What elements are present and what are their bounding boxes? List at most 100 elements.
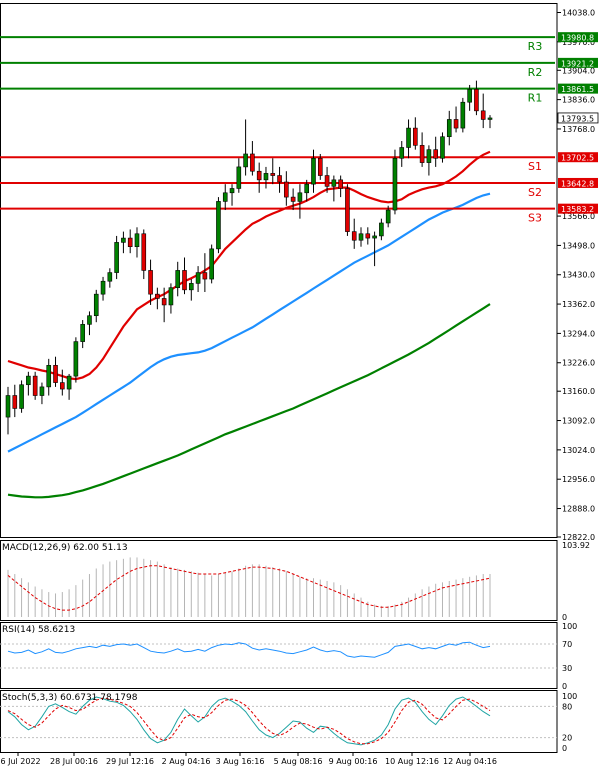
price-panel-frame	[0, 3, 558, 538]
candle-down	[351, 231, 357, 241]
candle-up	[66, 375, 72, 390]
candle-up	[222, 192, 228, 202]
y-tick-label: 13430.0	[562, 271, 595, 280]
candle-up	[487, 117, 493, 120]
candle-down	[480, 110, 486, 120]
candle-down	[277, 175, 282, 183]
stoch-y-tick-label: 100	[562, 692, 577, 701]
x-tick-label: 12 Aug 04:16	[443, 757, 497, 766]
candle-up	[195, 272, 201, 284]
rsi-panel: 100 70 30 0	[0, 622, 577, 691]
current-price-label: 13793.5	[561, 114, 594, 123]
candle-up	[331, 179, 337, 187]
level-name-s3: S3	[528, 212, 542, 225]
candle-up	[209, 248, 214, 280]
candle-up	[236, 166, 242, 189]
level-name-r1: R1	[528, 92, 543, 105]
level-name-s1: S1	[528, 160, 542, 173]
candle-up	[311, 157, 316, 185]
ma-green-line	[7, 303, 491, 499]
stoch-y-tick-label: 80	[562, 702, 572, 711]
candle-up	[446, 119, 452, 138]
rsi-y-tick-label: 0	[562, 682, 567, 691]
y-tick-label: 12888.0	[562, 505, 595, 514]
time-axis: 26 Jul 2022 28 Jul 00:16 29 Jul 12:16 2 Aug…	[0, 752, 497, 766]
stoch-y-tick-label: 0	[562, 744, 567, 753]
candle-down	[284, 181, 289, 198]
level-name-r2: R2	[528, 66, 543, 79]
candle-up	[467, 88, 472, 103]
candle-up	[73, 341, 79, 377]
candle-up	[188, 283, 194, 291]
candle-up	[399, 147, 405, 159]
candle-down	[453, 119, 459, 129]
candle-up	[304, 183, 310, 194]
y-tick-label: 13226.0	[562, 359, 595, 368]
stoch-label: Stoch(5,3,3) 60.6731 78.1798	[2, 693, 138, 703]
candle-up	[19, 384, 24, 409]
candle-down	[148, 270, 153, 295]
candle-up	[93, 293, 99, 317]
candle-down	[127, 237, 133, 248]
candle-up	[392, 157, 398, 211]
price-chart: 14038.013970.013904.013836.013768.013566…	[0, 3, 599, 766]
candle-up	[107, 272, 113, 282]
candle-up	[379, 222, 384, 237]
candle-down	[413, 127, 418, 146]
candle-up	[26, 375, 31, 386]
x-tick-label: 3 Aug 16:16	[216, 757, 265, 766]
macd-signal-line	[7, 565, 491, 611]
candle-down	[12, 395, 18, 409]
candle-down	[338, 179, 343, 189]
level-name-s2: S2	[528, 186, 542, 199]
rsi-panel-frame	[0, 622, 558, 689]
ma-blue-line	[7, 192, 491, 453]
candle-up	[100, 280, 106, 295]
candle-up	[134, 233, 140, 248]
candle-down	[270, 173, 276, 176]
candle-up	[5, 395, 11, 418]
candle-up	[114, 242, 119, 273]
rsi-y-tick-label: 100	[562, 622, 577, 631]
candle-up	[243, 153, 248, 168]
candle-down	[53, 365, 58, 383]
candle-down	[290, 196, 296, 202]
level-value-r2: 13921.2	[561, 59, 594, 68]
rsi-y-tick-label: 30	[562, 664, 572, 673]
candle-up	[263, 173, 269, 181]
candle-down	[161, 298, 167, 306]
level-value-s3: 13583.2	[561, 205, 594, 214]
candle-up	[406, 127, 411, 148]
candle-down	[250, 153, 255, 172]
x-tick-label: 26 Jul 2022	[0, 757, 41, 766]
candle-down	[155, 293, 160, 299]
macd-y-tick-label: 103.92	[562, 541, 590, 550]
y-tick-label: 13160.0	[562, 387, 595, 396]
level-value-s2: 13642.8	[561, 179, 594, 188]
candle-up	[460, 101, 466, 129]
y-tick-label: 13498.0	[562, 241, 595, 250]
y-tick-label: 13092.0	[562, 417, 595, 426]
candle-up	[121, 237, 126, 243]
candle-up	[229, 188, 235, 194]
candle-up	[46, 365, 52, 388]
ma-red-line	[7, 150, 491, 381]
candle-down	[60, 382, 65, 390]
candle-up	[216, 201, 221, 250]
y-tick-label: 13024.0	[562, 446, 595, 455]
level-value-s1: 13702.5	[561, 154, 594, 163]
candle-down	[474, 88, 479, 112]
candle-up	[385, 209, 391, 224]
macd-y-tick-label: 0	[562, 613, 567, 622]
y-tick-label: 14038.0	[562, 8, 595, 17]
candle-up	[297, 192, 303, 202]
x-tick-label: 28 Jul 00:16	[50, 757, 98, 766]
candle-up	[372, 235, 377, 239]
y-tick-label: 13836.0	[562, 96, 595, 105]
candle-down	[317, 157, 323, 176]
y-tick-label: 12956.0	[562, 475, 595, 484]
candle-up	[87, 315, 92, 325]
candle-down	[365, 233, 371, 239]
y-tick-label: 13294.0	[562, 329, 595, 338]
candle-down	[256, 170, 262, 181]
